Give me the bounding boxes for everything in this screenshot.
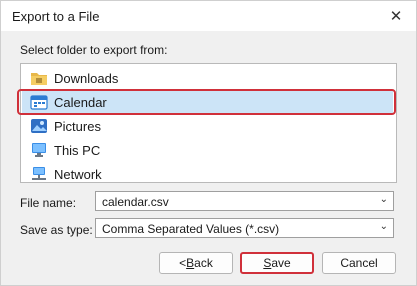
computer-icon <box>30 142 48 158</box>
folder-prompt: Select folder to export from: <box>20 43 168 57</box>
folder-item-downloads[interactable]: Downloads <box>22 66 393 90</box>
folder-item-network[interactable]: Network <box>22 162 393 182</box>
back-button[interactable]: < Back <box>159 252 233 274</box>
folder-item-label: Network <box>54 166 102 182</box>
downloads-folder-icon <box>30 70 48 86</box>
network-icon <box>30 166 48 182</box>
cancel-button[interactable]: Cancel <box>322 252 396 274</box>
folder-item-label: Pictures <box>54 118 101 134</box>
file-name-value: calendar.csv <box>102 195 169 209</box>
folder-item-pictures[interactable]: Pictures <box>22 114 393 138</box>
close-button[interactable]: ✕ <box>376 1 416 31</box>
folder-item-this-pc[interactable]: This PC <box>22 138 393 162</box>
save-button[interactable]: Save <box>240 252 314 274</box>
save-as-type-select[interactable]: Comma Separated Values (*.csv) ⌄ <box>95 218 394 238</box>
save-as-type-value: Comma Separated Values (*.csv) <box>102 222 280 236</box>
file-name-field[interactable]: calendar.csv ⌄ <box>95 191 394 211</box>
chevron-down-icon[interactable]: ⌄ <box>380 221 388 232</box>
save-as-type-label: Save as type: <box>20 223 93 237</box>
dialog-title: Export to a File <box>12 9 100 24</box>
pictures-folder-icon <box>30 118 48 134</box>
file-name-label: File name: <box>20 196 77 210</box>
folder-list[interactable]: Downloads Calendar Pictures This PC Netw… <box>20 63 397 183</box>
chevron-down-icon[interactable]: ⌄ <box>380 194 388 205</box>
export-dialog: Export to a File ✕ Select folder to expo… <box>0 0 417 286</box>
folder-item-label: This PC <box>54 142 101 158</box>
folder-item-label: Downloads <box>54 70 119 86</box>
title-bar: Export to a File ✕ <box>1 1 416 31</box>
calendar-highlight-ring <box>17 89 396 115</box>
close-icon: ✕ <box>389 8 403 25</box>
